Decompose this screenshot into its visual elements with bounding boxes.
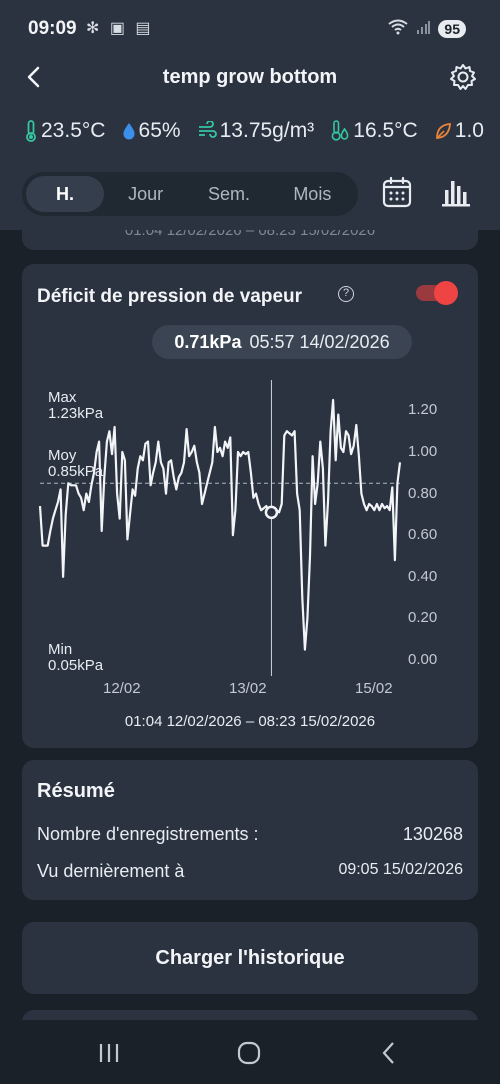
y-tick-label: 0.80 bbox=[408, 484, 438, 502]
bar-chart-button[interactable] bbox=[440, 178, 472, 208]
x-tick-label: 13/02 bbox=[229, 680, 267, 697]
settings-button[interactable] bbox=[448, 62, 478, 92]
records-row: Nombre d'enregistrements : 130268 bbox=[37, 824, 463, 845]
y-tick-label: 0.40 bbox=[408, 567, 438, 585]
period-selector: H. Jour Sem. Mois bbox=[22, 172, 358, 216]
summary-card: Résumé Nombre d'enregistrements : 130268… bbox=[22, 760, 478, 900]
max-value: 1.23kPa bbox=[48, 405, 104, 422]
tab-month[interactable]: Mois bbox=[271, 176, 354, 212]
dew-point-icon bbox=[331, 120, 349, 141]
tooltip-value: 0.71kPa bbox=[174, 332, 242, 352]
recent-apps-button[interactable] bbox=[94, 1038, 124, 1068]
previous-card-footer: 01:04 12/02/2026 – 08:23 15/02/2026 bbox=[22, 230, 478, 250]
page-title: temp grow bottom bbox=[162, 66, 338, 88]
help-icon[interactable]: ? bbox=[338, 286, 354, 302]
avg-value: 0.85kPa bbox=[48, 463, 104, 480]
last-seen-row: Vu dernièrement à 09:05 15/02/2026 bbox=[37, 861, 463, 882]
wind-icon bbox=[198, 121, 217, 138]
y-tick-label: 1.00 bbox=[408, 443, 438, 460]
temperature-metric: 23.5°C bbox=[24, 119, 105, 143]
battery-indicator: 95 bbox=[438, 19, 466, 38]
vpd-metric: 1.0 bbox=[434, 119, 484, 143]
last-seen-label: Vu dernièrement à bbox=[37, 861, 185, 881]
calendar-button[interactable] bbox=[382, 176, 412, 208]
dew-point-metric: 16.5°C bbox=[330, 119, 418, 143]
chart-date-range: 01:04 12/02/2026 – 08:23 15/02/2026 bbox=[124, 713, 376, 730]
home-button[interactable] bbox=[234, 1038, 264, 1068]
tab-hour[interactable]: H. bbox=[26, 176, 104, 212]
series-line bbox=[38, 398, 402, 651]
back-icon bbox=[382, 1042, 394, 1064]
card-title: Déficit de pression de vapeur bbox=[37, 286, 303, 307]
tab-week[interactable]: Sem. bbox=[187, 176, 270, 212]
back-nav-button[interactable] bbox=[374, 1038, 404, 1068]
vpd-line-chart[interactable]: Max 1.23kPa Moy 0.85kPa Min 0.05kPa 1.20… bbox=[22, 374, 478, 704]
gear-icon bbox=[450, 64, 476, 90]
leaf-icon bbox=[435, 123, 451, 139]
y-tick-label: 1.20 bbox=[408, 401, 438, 419]
records-value: 130268 bbox=[402, 824, 463, 844]
thermometer-icon bbox=[26, 120, 36, 142]
records-label: Nombre d'enregistrements : bbox=[37, 824, 259, 844]
tab-day[interactable]: Jour bbox=[104, 176, 187, 212]
water-drop-icon bbox=[122, 123, 135, 140]
absolute-humidity-metric: 13.75g/m³ bbox=[197, 119, 314, 143]
recent-apps-icon bbox=[99, 1044, 119, 1062]
calendar-icon bbox=[382, 176, 412, 208]
system-nav-bar bbox=[0, 1020, 500, 1084]
y-tick-label: 0.60 bbox=[408, 526, 438, 544]
summary-title: Résumé bbox=[37, 780, 115, 802]
clock: 09:09 bbox=[28, 18, 77, 39]
cursor-point bbox=[264, 505, 279, 520]
bar-chart-icon bbox=[442, 181, 470, 207]
x-tick-label: 12/02 bbox=[103, 680, 141, 697]
vpd-chart-card: Déficit de pression de vapeur ? 0.71kPa 0… bbox=[22, 264, 478, 748]
y-tick-label: 0.00 bbox=[408, 651, 438, 668]
max-label: Max bbox=[48, 389, 77, 406]
tooltip-datetime: 05:57 14/02/2026 bbox=[249, 332, 390, 352]
y-tick-label: 0.20 bbox=[408, 609, 438, 627]
status-bar: 09:09 ✻ ▣ ▤ 95 bbox=[0, 0, 500, 56]
min-value: 0.05kPa bbox=[48, 657, 104, 674]
humidity-metric: 65% bbox=[122, 119, 181, 143]
device-header: temp grow bottom 23.5°C 65% 13.75g/m³ 16… bbox=[0, 56, 500, 230]
avg-label: Moy bbox=[48, 447, 77, 464]
x-tick-label: 15/02 bbox=[355, 680, 393, 697]
min-label: Min bbox=[48, 641, 73, 658]
wifi-icon bbox=[388, 19, 409, 38]
chart-tooltip: 0.71kPa 05:57 14/02/2026 bbox=[152, 325, 412, 359]
load-history-button[interactable]: Charger l'historique bbox=[22, 922, 478, 994]
notification-icons: ✻ ▣ ▤ bbox=[86, 20, 154, 37]
sensor-metrics: 23.5°C 65% 13.75g/m³ 16.5°C 1.0 bbox=[24, 119, 484, 143]
system-icons: 95 bbox=[388, 19, 466, 38]
signal-icon bbox=[416, 20, 431, 37]
chart-toggle[interactable] bbox=[416, 280, 460, 306]
home-icon bbox=[237, 1041, 261, 1065]
last-seen-value: 09:05 15/02/2026 bbox=[338, 861, 463, 878]
